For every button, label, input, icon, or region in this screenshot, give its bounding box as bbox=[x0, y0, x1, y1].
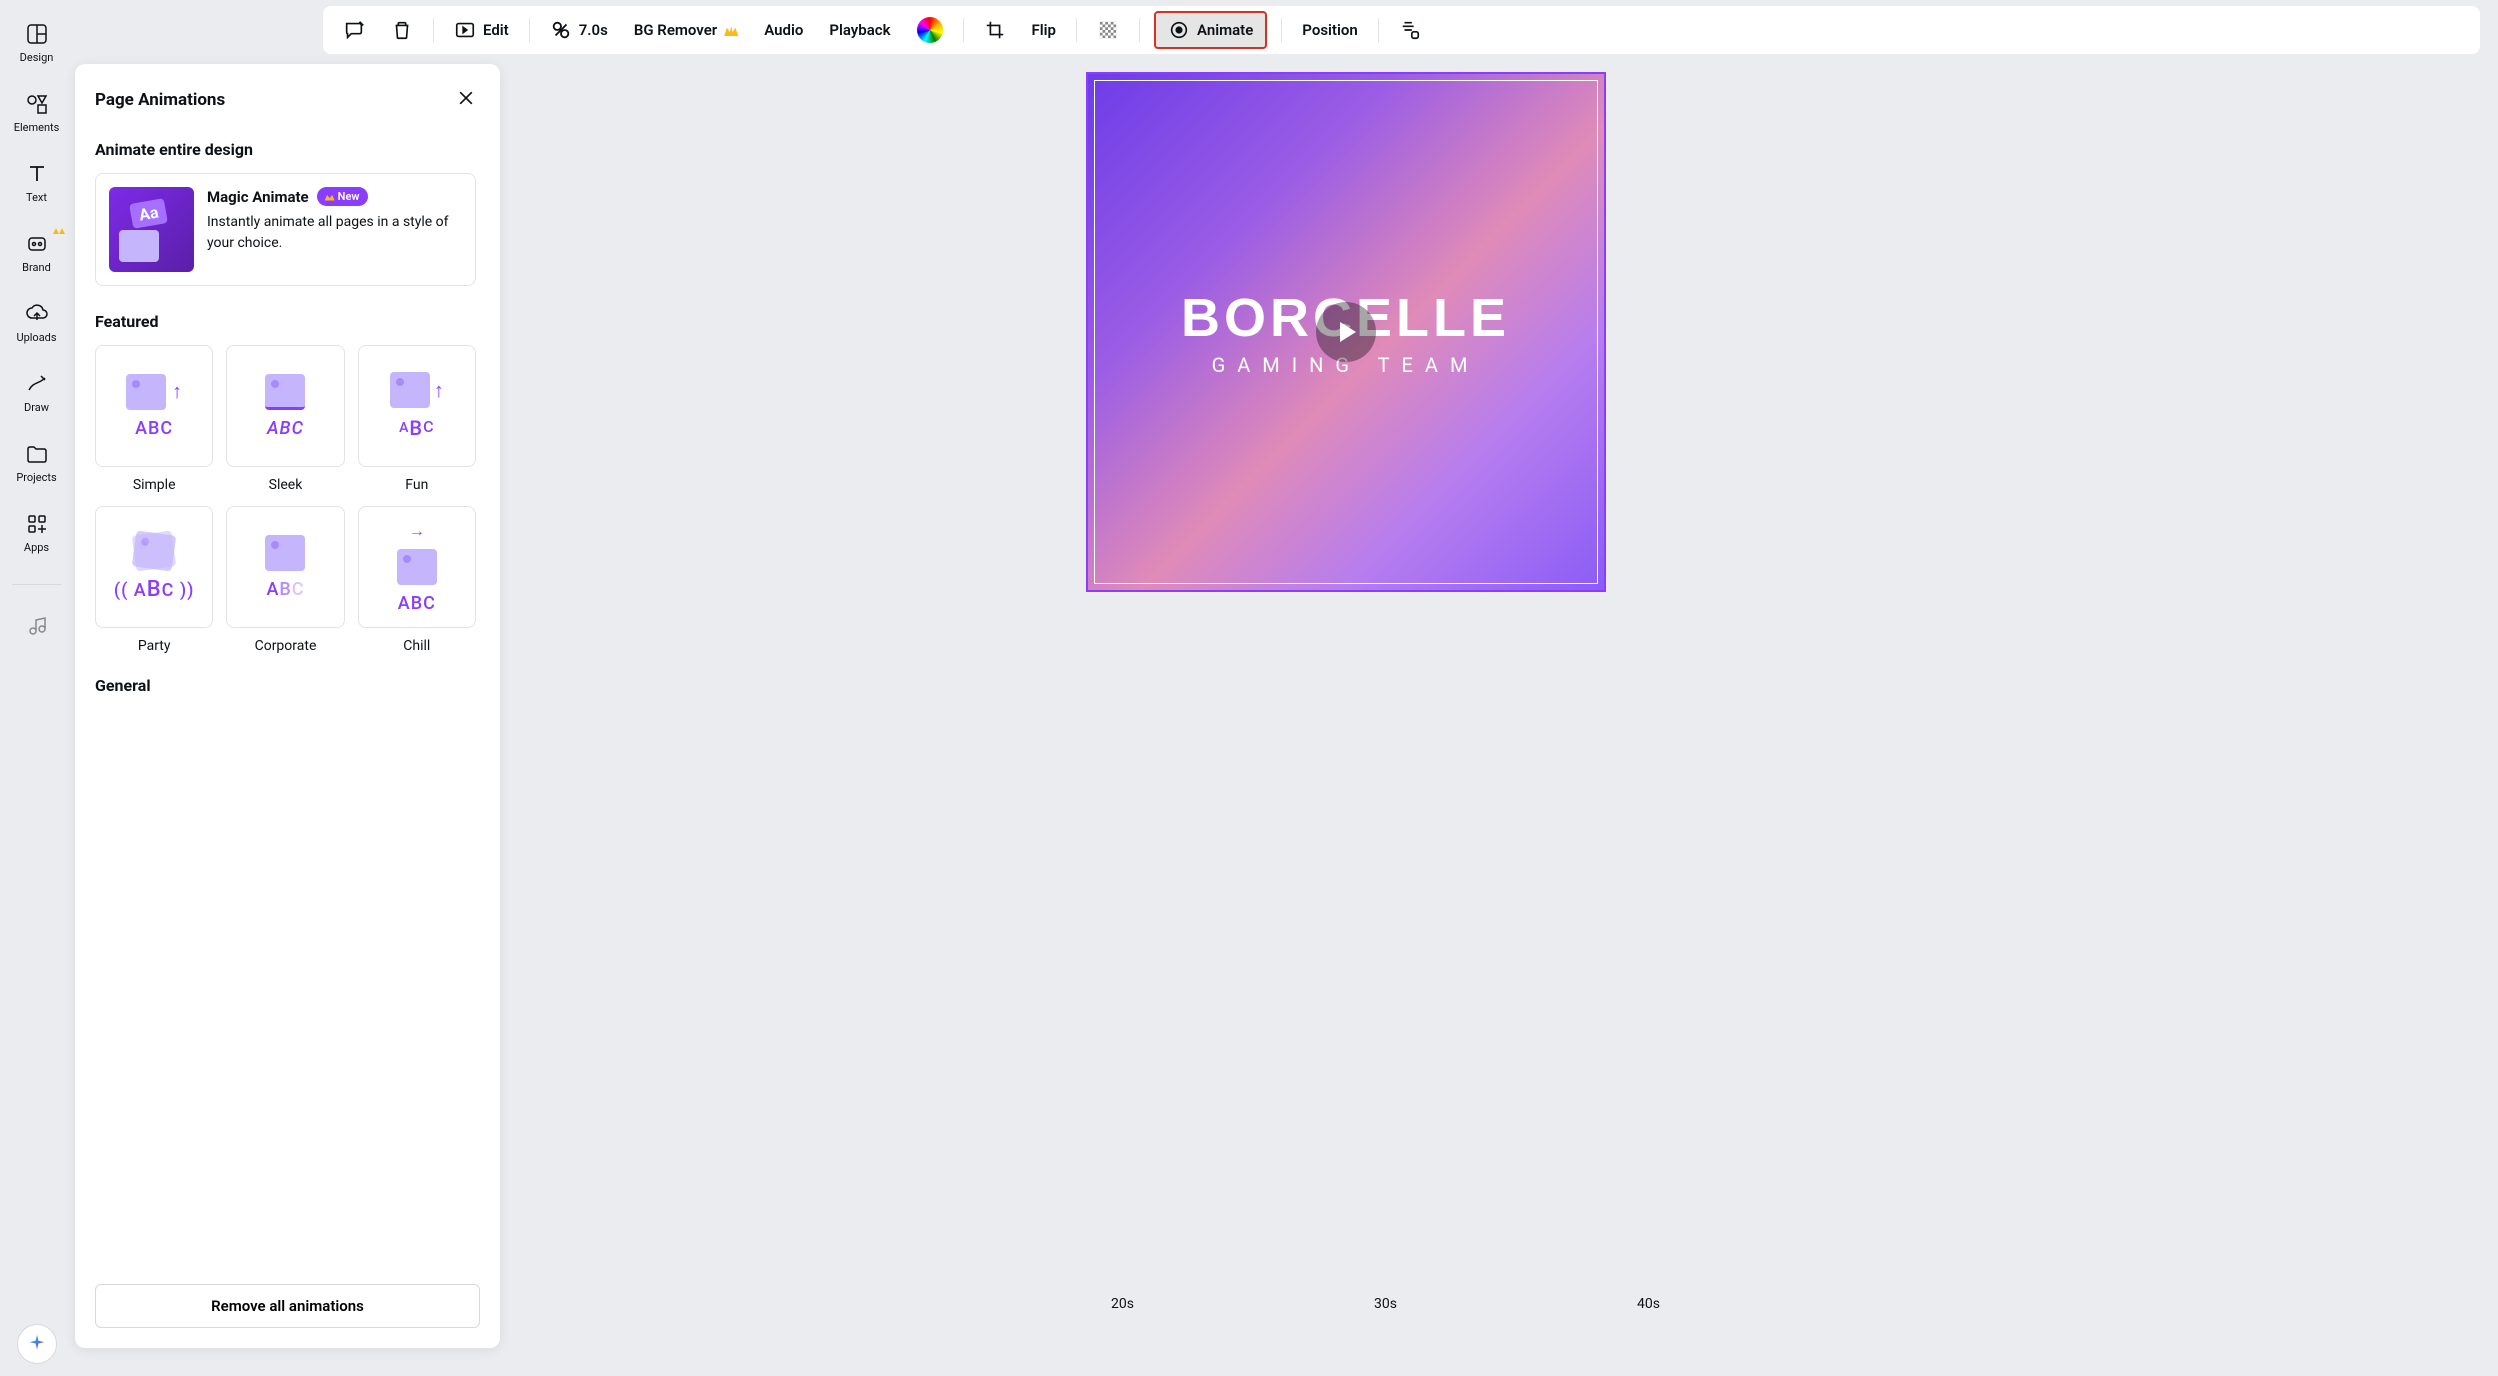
section-animate-design: Animate entire design bbox=[95, 140, 476, 159]
anim-label: Chill bbox=[403, 638, 430, 654]
sidebar-label: Projects bbox=[16, 471, 56, 484]
sidebar-label: Design bbox=[20, 51, 54, 64]
transparency-button[interactable] bbox=[1091, 13, 1125, 47]
color-button[interactable] bbox=[911, 11, 949, 49]
crop-button[interactable] bbox=[978, 13, 1012, 47]
section-general: General bbox=[95, 676, 476, 695]
sidebar-label: Draw bbox=[24, 401, 49, 414]
toolbar: Edit 7.0s BG Remover Audio Playback Flip… bbox=[323, 6, 2480, 54]
edit-button[interactable]: Edit bbox=[448, 13, 515, 47]
sidebar-item-apps[interactable]: Apps bbox=[0, 508, 73, 558]
anim-label: Sleek bbox=[269, 477, 303, 493]
remove-animations-button[interactable]: Remove all animations bbox=[95, 1284, 480, 1328]
position-button[interactable]: Position bbox=[1296, 15, 1363, 45]
duration-button[interactable]: 7.0s bbox=[544, 13, 614, 47]
animation-simple[interactable]: ↑ABC Simple bbox=[95, 345, 213, 493]
flip-button[interactable]: Flip bbox=[1026, 15, 1062, 45]
sidebar-label: Apps bbox=[24, 541, 49, 554]
duration-label: 7.0s bbox=[579, 21, 608, 39]
text-icon bbox=[25, 162, 49, 186]
magic-button[interactable] bbox=[17, 1324, 57, 1364]
edit-label: Edit bbox=[483, 21, 509, 39]
audio-label: Audio bbox=[764, 21, 803, 39]
anim-label: Simple bbox=[133, 477, 176, 493]
magic-animate-icon bbox=[109, 187, 194, 272]
sidebar: Design Elements Text Brand Uploads Draw … bbox=[0, 0, 73, 1376]
divider bbox=[1378, 18, 1379, 42]
folder-icon bbox=[25, 442, 49, 466]
divider bbox=[1076, 18, 1077, 42]
animation-fun[interactable]: ↑ABC Fun bbox=[358, 345, 476, 493]
crown-icon bbox=[724, 24, 738, 36]
sidebar-label: Uploads bbox=[16, 331, 56, 344]
timeline-mark: 40s bbox=[1637, 1296, 1660, 1312]
timeline-mark: 20s bbox=[1111, 1296, 1134, 1312]
audio-button[interactable]: Audio bbox=[758, 15, 809, 45]
sidebar-item-design[interactable]: Design bbox=[0, 18, 73, 68]
more-button[interactable] bbox=[1393, 13, 1427, 47]
divider bbox=[529, 18, 530, 42]
grid-icon bbox=[25, 512, 49, 536]
sidebar-item-uploads[interactable]: Uploads bbox=[0, 298, 73, 348]
animation-party[interactable]: (( ABC )) Party bbox=[95, 506, 213, 654]
music-icon bbox=[25, 616, 49, 640]
section-featured: Featured bbox=[95, 312, 476, 331]
playback-button[interactable]: Playback bbox=[823, 15, 896, 45]
divider bbox=[1281, 18, 1282, 42]
playback-label: Playback bbox=[829, 21, 890, 39]
animation-sleek[interactable]: ABC Sleek bbox=[226, 345, 344, 493]
close-button[interactable] bbox=[452, 84, 480, 116]
position-label: Position bbox=[1302, 21, 1357, 39]
flip-label: Flip bbox=[1032, 21, 1056, 39]
shapes-icon bbox=[25, 92, 49, 116]
divider bbox=[963, 18, 964, 42]
sidebar-item-draw[interactable]: Draw bbox=[0, 368, 73, 418]
bgremover-label: BG Remover bbox=[634, 21, 717, 39]
animation-chill[interactable]: →ABC Chill bbox=[358, 506, 476, 654]
play-icon bbox=[1340, 322, 1356, 342]
layout-icon bbox=[25, 22, 49, 46]
magic-animate-card[interactable]: Magic Animate New Instantly animate all … bbox=[95, 173, 476, 286]
delete-button[interactable] bbox=[385, 13, 419, 47]
divider bbox=[433, 18, 434, 42]
animate-label: Animate bbox=[1197, 21, 1253, 39]
animate-button[interactable]: Animate bbox=[1154, 11, 1267, 49]
play-button[interactable] bbox=[1316, 302, 1376, 362]
magic-desc: Instantly animate all pages in a style o… bbox=[207, 212, 462, 254]
animation-corporate[interactable]: ABC Corporate bbox=[226, 506, 344, 654]
color-wheel-icon bbox=[917, 17, 943, 43]
sidebar-label: Elements bbox=[14, 121, 60, 134]
sidebar-item-music[interactable] bbox=[0, 612, 73, 644]
sidebar-label: Text bbox=[26, 191, 47, 204]
cloud-icon bbox=[25, 302, 49, 326]
canvas[interactable]: BORCELLE GAMING TEAM bbox=[1086, 72, 1606, 592]
animations-panel: Page Animations Animate entire design Ma… bbox=[75, 64, 500, 1348]
panel-title: Page Animations bbox=[95, 90, 225, 110]
sidebar-label: Brand bbox=[22, 261, 51, 274]
pencil-icon bbox=[25, 372, 49, 396]
anim-label: Fun bbox=[405, 477, 428, 493]
sidebar-item-text[interactable]: Text bbox=[0, 158, 73, 208]
new-badge: New bbox=[317, 187, 368, 206]
anim-label: Corporate bbox=[255, 638, 317, 654]
sidebar-item-brand[interactable]: Brand bbox=[0, 228, 73, 278]
divider bbox=[1139, 18, 1140, 42]
timeline-mark: 30s bbox=[1374, 1296, 1397, 1312]
sidebar-item-elements[interactable]: Elements bbox=[0, 88, 73, 138]
bgremover-button[interactable]: BG Remover bbox=[628, 15, 744, 45]
brand-icon bbox=[25, 232, 49, 256]
anim-label: Party bbox=[138, 638, 171, 654]
magic-title: Magic Animate bbox=[207, 188, 309, 206]
comment-button[interactable] bbox=[337, 13, 371, 47]
sidebar-item-projects[interactable]: Projects bbox=[0, 438, 73, 488]
